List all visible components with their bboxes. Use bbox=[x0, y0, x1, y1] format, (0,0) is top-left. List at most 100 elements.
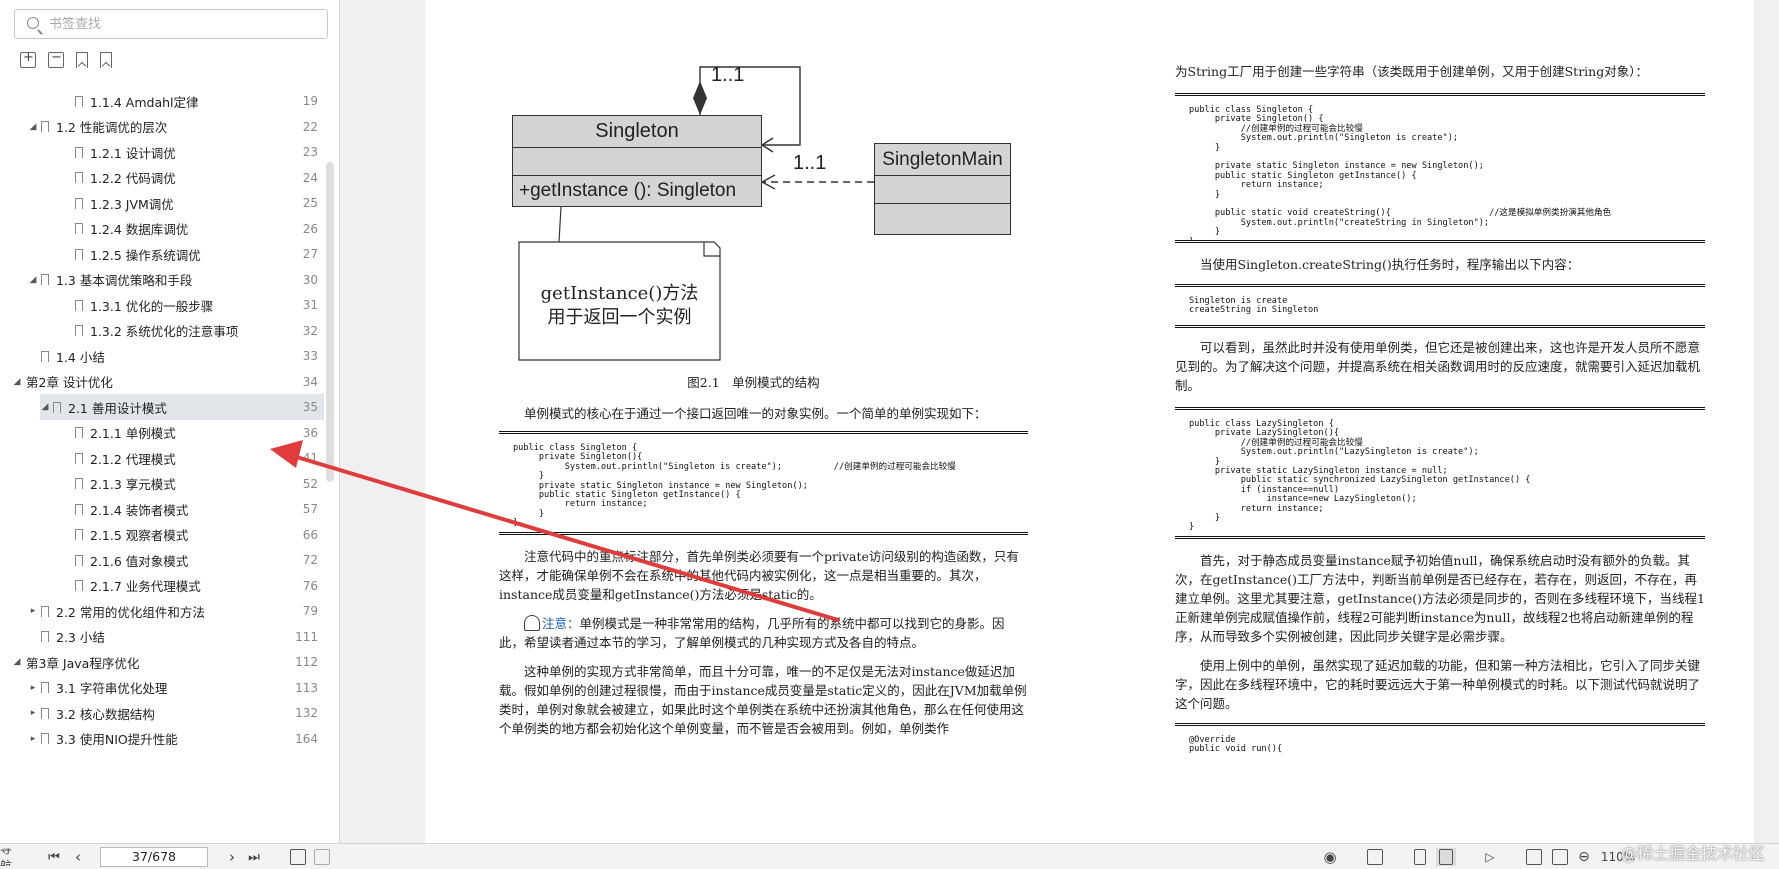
toc-item[interactable]: 2.1.5 观察者模式 66 bbox=[0, 522, 324, 548]
toc-item-page: 30 bbox=[302, 272, 318, 287]
toc-item-label: 2.1.3 享元模式 bbox=[90, 477, 176, 492]
toc-item[interactable]: ▸ 3.1 字符串优化处理 113 bbox=[0, 675, 324, 701]
singleton-method: +getInstance (): Singleton bbox=[519, 180, 737, 201]
toc-item-page: 112 bbox=[295, 655, 318, 669]
toc-item[interactable]: 1.1.4 Amdahl定律 19 bbox=[0, 88, 324, 114]
toc-item[interactable]: 1.3.1 优化的一般步骤 31 bbox=[0, 292, 324, 318]
expand-arrow-icon[interactable]: ▸ bbox=[28, 606, 38, 616]
expand-arrow-icon[interactable]: ◢ bbox=[12, 377, 22, 387]
toc-item[interactable]: ◢ 1.2 性能调优的层次 22 bbox=[0, 114, 324, 140]
toc-item[interactable]: 2.1.4 装饰者模式 57 bbox=[0, 496, 324, 522]
toc-item-selected[interactable]: ◢ 2.1 善用设计模式 35 bbox=[40, 394, 324, 420]
expand-arrow-icon[interactable]: ◢ bbox=[12, 657, 22, 667]
toc-item[interactable]: 1.4 小结 33 bbox=[0, 343, 324, 369]
singletonmain-class-box: SingletonMain bbox=[874, 143, 1011, 235]
bookmark-icon bbox=[41, 631, 49, 642]
search-icon bbox=[27, 17, 39, 29]
toc-item-label: 2.1 善用设计模式 bbox=[68, 400, 167, 416]
uml-note-text: getInstance()方法 用于返回一个实例 bbox=[519, 282, 720, 330]
toc-item-page: 76 bbox=[302, 578, 318, 593]
bookmark-search-input[interactable] bbox=[49, 13, 319, 35]
toc-item[interactable]: ◢ 1.3 基本调优策略和手段 30 bbox=[0, 267, 324, 293]
toc-item[interactable]: 1.2.1 设计调优 23 bbox=[0, 139, 324, 165]
play-icon[interactable]: ▷ bbox=[1482, 848, 1498, 866]
toc-item-page: 41 bbox=[302, 451, 318, 465]
toc-item-page: 24 bbox=[302, 170, 318, 185]
expand-all-icon[interactable] bbox=[20, 50, 36, 68]
toc-item[interactable]: ▸ 2.2 常用的优化组件和方法 79 bbox=[0, 598, 324, 624]
watermark: @稀土掘金技术社区 bbox=[1620, 844, 1765, 863]
sidebar-scroll-thumb[interactable] bbox=[326, 162, 334, 482]
fit-width-icon[interactable] bbox=[1366, 848, 1384, 866]
next-page-icon[interactable]: › bbox=[224, 848, 240, 866]
expand-arrow-icon[interactable]: ◢ bbox=[28, 275, 38, 285]
sidebar-scrollbar[interactable] bbox=[326, 92, 334, 837]
document-page: 1..1 1..1 Singleton +getInstance (): Sin… bbox=[425, 0, 1754, 843]
toc-item[interactable]: 1.2.2 代码调优 24 bbox=[0, 165, 324, 191]
self-multiplicity: 1..1 bbox=[711, 64, 745, 86]
code-block-createstring: public class Singleton { private Singlet… bbox=[1175, 93, 1705, 243]
toc-item-label: 3.2 核心数据结构 bbox=[56, 706, 155, 722]
bookmark-icon bbox=[75, 452, 83, 464]
toc-item[interactable]: 1.3.2 系统优化的注意事项 32 bbox=[0, 318, 324, 344]
last-page-icon[interactable]: ⏭ bbox=[246, 848, 262, 866]
toc-item[interactable]: 2.3 小结 111 bbox=[0, 624, 324, 650]
toc-item-label: 1.2.5 操作系统调优 bbox=[90, 247, 201, 263]
note-line-2: 用于返回一个实例 bbox=[547, 307, 692, 328]
fit-page-icon[interactable] bbox=[1552, 848, 1568, 866]
toc-item-page: 132 bbox=[295, 706, 318, 720]
toc-item[interactable]: 2.1.6 值对象模式 72 bbox=[0, 547, 324, 573]
toc-item[interactable]: 1.2.5 操作系统调优 27 bbox=[0, 241, 324, 267]
bookmark-icon bbox=[75, 554, 83, 566]
toc-item-label: 1.1.4 Amdahl定律 bbox=[90, 94, 199, 110]
toc-item[interactable]: 2.1.3 享元模式 52 bbox=[0, 471, 324, 497]
lazy-explanation-paragraph: 首先，对于静态成员变量instance赋予初始值null，确保系统启动时没有额外… bbox=[1175, 553, 1705, 644]
singleton-class-box: Singleton +getInstance (): Singleton bbox=[512, 115, 762, 207]
toc-item[interactable]: ◢ 第2章 设计优化 34 bbox=[0, 369, 324, 395]
output-intro-paragraph: 当使用Singleton.createString()执行任务时，程序输出以下内… bbox=[1200, 257, 1580, 272]
first-page-icon[interactable]: ⏮ bbox=[46, 848, 62, 866]
bookmark-search-box[interactable] bbox=[14, 9, 328, 39]
two-page-icon[interactable] bbox=[1436, 848, 1456, 866]
bookmark-icon bbox=[41, 733, 49, 744]
eye-icon[interactable]: ◉ bbox=[1320, 848, 1340, 866]
nav-label[interactable]: 导航 bbox=[0, 848, 18, 866]
toc-item[interactable]: 2.1.7 业务代理模式 76 bbox=[0, 573, 324, 599]
bookmark-icon[interactable] bbox=[100, 52, 112, 68]
toc-item-page: 57 bbox=[302, 502, 318, 516]
toc-item[interactable]: ◢ 第3章 Java程序优化 112 bbox=[0, 649, 324, 675]
bookmark-icon bbox=[75, 427, 83, 438]
expand-arrow-icon[interactable]: ▸ bbox=[28, 683, 38, 693]
toc-item[interactable]: 2.1.2 代理模式 41 bbox=[0, 445, 324, 471]
bookmark-icon bbox=[75, 197, 83, 209]
bookmark-icon bbox=[41, 682, 49, 693]
toc-item-label: 1.2.2 代码调优 bbox=[90, 171, 176, 186]
toc-item-label: 2.2 常用的优化组件和方法 bbox=[56, 604, 205, 620]
bookmark-icon bbox=[75, 95, 83, 107]
expand-arrow-icon[interactable]: ◢ bbox=[40, 402, 50, 412]
code-block-singleton: public class Singleton { private Singlet… bbox=[499, 431, 1028, 535]
page-number-input[interactable]: 37/678 bbox=[100, 847, 208, 867]
zoom-out-icon[interactable]: ⊖ bbox=[1576, 848, 1592, 866]
toc-item[interactable]: 1.2.3 JVM调优 25 bbox=[0, 190, 324, 216]
toc-item-label: 1.3.2 系统优化的注意事项 bbox=[90, 324, 239, 339]
bookmark-icon bbox=[75, 248, 83, 260]
toc-item[interactable]: ▸ 3.3 使用NIO提升性能 164 bbox=[0, 726, 324, 752]
single-page-icon[interactable] bbox=[1412, 848, 1428, 866]
toc-item[interactable]: ▸ 3.2 核心数据结构 132 bbox=[0, 700, 324, 726]
bookmark-icon bbox=[75, 503, 83, 515]
collapse-all-icon[interactable] bbox=[48, 50, 64, 68]
add-bookmark-icon[interactable] bbox=[76, 52, 88, 68]
expand-arrow-icon[interactable]: ◢ bbox=[28, 122, 38, 132]
actual-size-icon[interactable] bbox=[1526, 848, 1542, 866]
sync-cost-paragraph: 使用上例中的单例，虽然实现了延迟加载的功能，但和第一种方法相比，它引入了同步关键… bbox=[1175, 658, 1701, 711]
back-icon[interactable] bbox=[290, 848, 306, 866]
toc-item-page: 66 bbox=[302, 527, 318, 542]
toc-item[interactable]: 2.1.1 单例模式 36 bbox=[0, 420, 324, 446]
expand-arrow-icon[interactable]: ▸ bbox=[28, 708, 38, 718]
forward-icon[interactable] bbox=[314, 848, 330, 866]
expand-arrow-icon[interactable]: ▸ bbox=[28, 734, 38, 744]
figure-caption: 图2.1 单例模式的结构 bbox=[687, 375, 820, 390]
prev-page-icon[interactable]: ‹ bbox=[70, 848, 86, 866]
toc-item[interactable]: 1.2.4 数据库调优 26 bbox=[0, 216, 324, 242]
